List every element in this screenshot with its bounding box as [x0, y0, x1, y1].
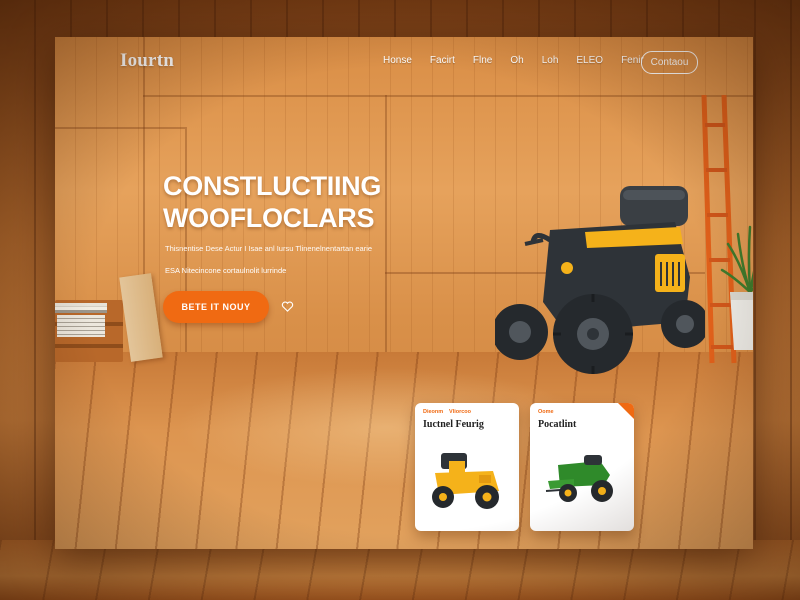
card-corner-ribbon [618, 403, 634, 419]
book-stack [55, 303, 107, 313]
wall-panel-seam [143, 95, 753, 97]
card-tag: Oome [538, 409, 554, 415]
nav-item-5[interactable]: Loh [542, 55, 559, 66]
nav-item-1[interactable]: Honse [383, 55, 412, 66]
nav-item-6[interactable]: ELEO [576, 55, 603, 66]
background-floor [0, 540, 800, 600]
wall-panel-seam [55, 127, 185, 129]
product-card[interactable]: Dieonm Vliorcoo Iuctnel Feurig [415, 403, 519, 531]
contact-button[interactable]: Contaou [641, 51, 698, 74]
heart-icon[interactable] [281, 300, 294, 313]
hero-title: CONSTLUCTIING WOOFLOCLARS [163, 170, 381, 234]
hero-title-line-1: CONSTLUCTIING [163, 171, 382, 201]
nav-item-2[interactable]: Facirt [430, 55, 455, 66]
card-tag-secondary: Vliorcoo [449, 409, 472, 415]
magazine-stack [57, 315, 105, 337]
mower-vehicle-image [495, 186, 705, 374]
main-navigation: Honse Facirt Flne Oh Loh ELEO Fenir [383, 55, 662, 66]
leaning-wood-board [119, 273, 163, 362]
card-tag: Dieonm [423, 409, 444, 415]
hero-subtitle-secondary: ESA Nitecincone cortaulnolit lurrinde [165, 266, 287, 275]
nav-item-3[interactable]: Flne [473, 55, 492, 66]
wall-panel-seam [385, 95, 387, 352]
product-card[interactable]: Oome Pocatlint [530, 403, 634, 531]
card-title: Iuctnel Feurig [423, 419, 484, 430]
yellow-tractor-icon [432, 453, 499, 509]
hero-subtitle: Thisnentise Dese Actur I Isae anl Iursu … [165, 244, 373, 253]
card-title: Pocatlint [538, 419, 577, 430]
green-tractor-icon [545, 455, 613, 502]
potted-plant-icon [720, 225, 753, 350]
nav-item-4[interactable]: Oh [510, 55, 523, 66]
hero-title-line-2: WOOFLOCLARS [163, 203, 375, 233]
brand-logo[interactable]: Iourtn [120, 50, 174, 72]
cta-button[interactable]: BETE IT NOUY [163, 291, 269, 323]
website-page: Iourtn Honse Facirt Flne Oh Loh ELEO Fen… [55, 37, 753, 549]
